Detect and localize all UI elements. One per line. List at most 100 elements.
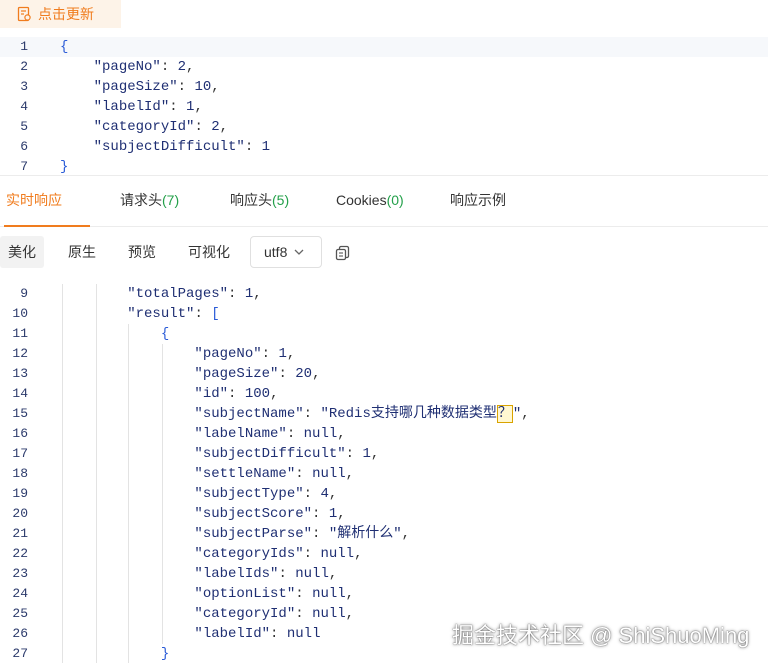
- code-line: 21 "subjectParse": "解析什么",: [0, 524, 768, 544]
- code-line: 2 "pageNo": 2,: [0, 57, 768, 77]
- code-line: 1{: [0, 37, 768, 57]
- response-body-viewer[interactable]: 9 "totalPages": 1, 10 "result": [11 {12 "…: [0, 284, 768, 663]
- code-line: 19 "subjectType": 4,: [0, 484, 768, 504]
- line-number: 6: [20, 139, 28, 154]
- code-line: 16 "labelName": null,: [0, 424, 768, 444]
- line-number: 25: [12, 606, 28, 621]
- tab-count: (7): [162, 192, 180, 208]
- code-text: "subjectDifficult": 1,: [194, 446, 380, 462]
- code-line: 12 "pageNo": 1,: [0, 344, 768, 364]
- line-number: 27: [12, 646, 28, 661]
- code-text: "labelId": 1,: [93, 99, 203, 115]
- line-number: 19: [12, 486, 28, 501]
- code-line: 4 "labelId": 1,: [0, 97, 768, 117]
- tab-cookies[interactable]: Cookies(0): [336, 176, 404, 226]
- code-line: 3 "pageSize": 10,: [0, 77, 768, 97]
- code-line: 11 {: [0, 324, 768, 344]
- code-text: "result": [: [127, 306, 220, 322]
- tab-label: 请求头: [120, 192, 162, 208]
- tab-response-headers[interactable]: 响应头(5): [230, 176, 289, 226]
- refresh-label: 点击更新: [38, 6, 94, 22]
- tab-label: 实时响应: [6, 192, 62, 208]
- code-text: }: [160, 646, 170, 662]
- line-number: 4: [20, 99, 28, 114]
- tab-response-example[interactable]: 响应示例: [450, 176, 506, 226]
- response-tabs: 实时响应 请求头(7) 响应头(5) Cookies(0) 响应示例: [0, 175, 768, 227]
- refresh-doc-icon: [17, 6, 31, 22]
- code-text: "labelIds": null,: [194, 566, 338, 582]
- request-body-editor[interactable]: 1{2 "pageNo": 2, 3 "pageSize": 10, 4 "labe…: [0, 37, 768, 175]
- code-text: "labelName": null,: [194, 426, 346, 442]
- code-text: "subjectScore": 1,: [194, 506, 346, 522]
- line-number: 22: [12, 546, 28, 561]
- code-text: "subjectParse": "解析什么",: [194, 526, 411, 542]
- mode-raw-button[interactable]: 原生: [60, 236, 104, 268]
- code-text: "subjectName": "Redis支持哪几种数据类型？",: [194, 405, 530, 423]
- code-line: 22 "categoryIds": null,: [0, 544, 768, 564]
- tab-request-headers[interactable]: 请求头(7): [120, 176, 179, 226]
- code-text: "totalPages": 1,: [127, 286, 262, 302]
- copy-icon[interactable]: [334, 244, 352, 262]
- tab-live-response[interactable]: 实时响应: [4, 176, 90, 227]
- mode-preview-button[interactable]: 预览: [120, 236, 164, 268]
- code-text: "subjectType": 4,: [194, 486, 338, 502]
- line-number: 16: [12, 426, 28, 441]
- encoding-value: utf8: [264, 244, 288, 260]
- line-number: 23: [12, 566, 28, 581]
- code-text: "subjectDifficult": 1: [93, 139, 271, 155]
- code-text: {: [160, 326, 170, 342]
- code-text: "categoryId": 2,: [93, 119, 229, 135]
- line-number: 26: [12, 626, 28, 641]
- line-number: 10: [12, 306, 28, 321]
- line-number: 21: [12, 526, 28, 541]
- line-number: 3: [20, 79, 28, 94]
- code-text: "id": 100,: [194, 386, 279, 402]
- code-text: "labelId": null: [194, 626, 321, 642]
- code-line: 24 "optionList": null,: [0, 584, 768, 604]
- code-line: 9 "totalPages": 1,: [0, 284, 768, 304]
- code-text: "optionList": null,: [194, 586, 355, 602]
- chevron-down-icon: [294, 249, 304, 255]
- line-number: 20: [12, 506, 28, 521]
- refresh-button[interactable]: 点击更新: [0, 0, 121, 28]
- line-number: 11: [12, 326, 28, 341]
- tab-label: 响应头: [230, 192, 272, 208]
- encoding-select[interactable]: utf8: [250, 236, 322, 268]
- tab-label: Cookies: [336, 192, 387, 208]
- code-line: 20 "subjectScore": 1,: [0, 504, 768, 524]
- code-text: }: [60, 159, 69, 175]
- tab-label: 响应示例: [450, 192, 506, 208]
- watermark: 掘金技术社区 @ ShiShuoMing: [452, 623, 750, 648]
- line-number: 5: [20, 119, 28, 134]
- line-number: 14: [12, 386, 28, 401]
- code-line: 5 "categoryId": 2,: [0, 117, 768, 137]
- top-toolbar: 点击更新: [0, 0, 768, 36]
- mode-visualize-button[interactable]: 可视化: [180, 236, 238, 268]
- code-line: 10 "result": [: [0, 304, 768, 324]
- code-text: "categoryId": null,: [194, 606, 355, 622]
- code-text: "pageNo": 1,: [194, 346, 296, 362]
- code-line: 6 "subjectDifficult": 1: [0, 137, 768, 157]
- line-number: 24: [12, 586, 28, 601]
- code-text: "pageSize": 20,: [194, 366, 321, 382]
- line-number: 15: [12, 406, 28, 421]
- code-line: 23 "labelIds": null,: [0, 564, 768, 584]
- code-text: "settleName": null,: [194, 466, 355, 482]
- code-text: "categoryIds": null,: [194, 546, 363, 562]
- line-number: 9: [20, 286, 28, 301]
- mode-beautify-button[interactable]: 美化: [0, 236, 44, 268]
- code-line: 14 "id": 100,: [0, 384, 768, 404]
- response-view-toolbar: 美化 原生 预览 可视化 utf8: [0, 232, 768, 272]
- code-line: 7}: [0, 157, 768, 177]
- line-number: 17: [12, 446, 28, 461]
- line-number: 18: [12, 466, 28, 481]
- line-number: 1: [20, 39, 28, 54]
- line-number: 7: [20, 159, 28, 174]
- code-line: 18 "settleName": null,: [0, 464, 768, 484]
- code-text: "pageSize": 10,: [93, 79, 220, 95]
- code-text: "pageNo": 2,: [93, 59, 195, 75]
- line-number: 2: [20, 59, 28, 74]
- line-number: 12: [12, 346, 28, 361]
- code-line: 15 "subjectName": "Redis支持哪几种数据类型？",: [0, 404, 768, 424]
- tab-count: (5): [272, 192, 290, 208]
